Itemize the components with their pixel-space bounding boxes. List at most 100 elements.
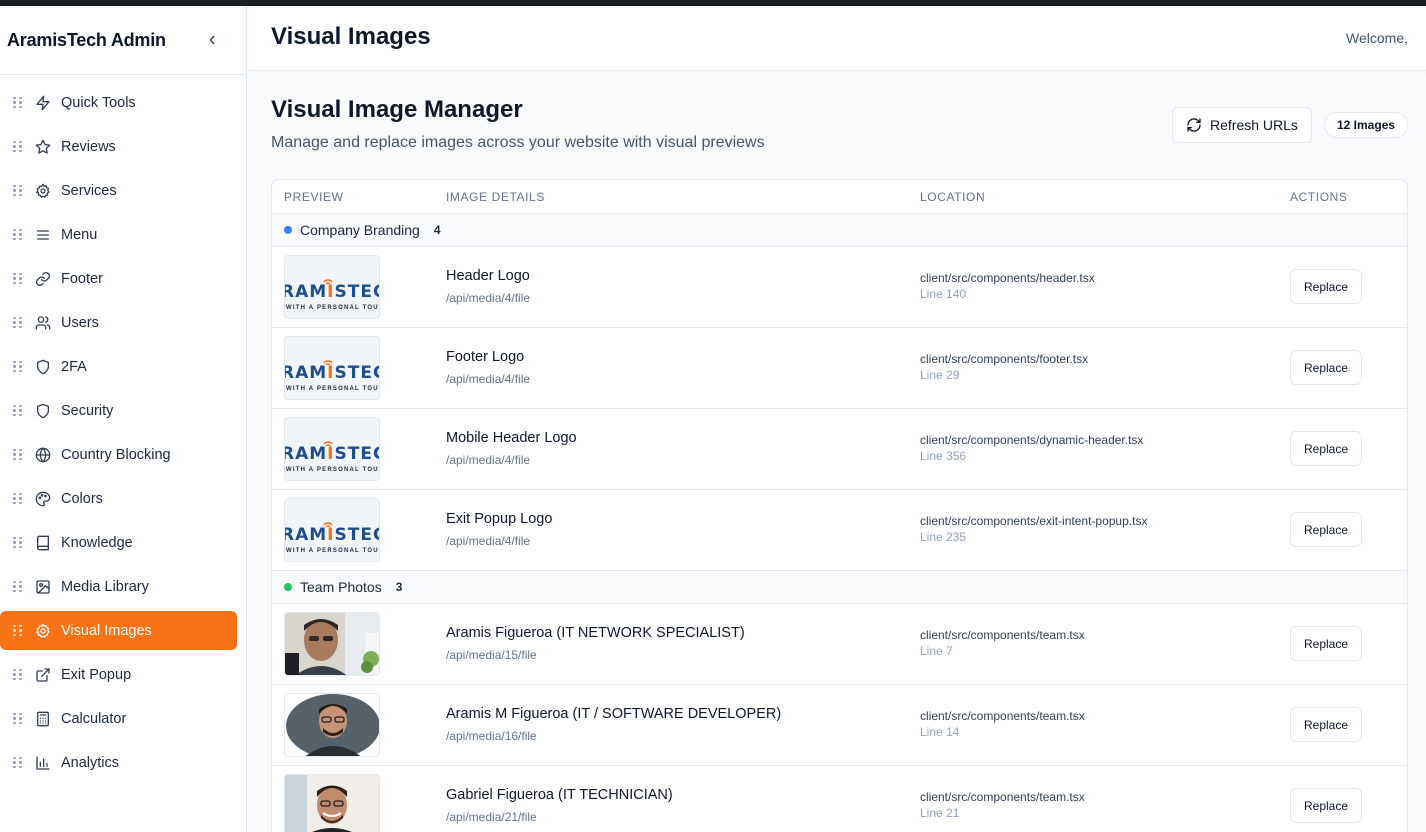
- replace-button[interactable]: Replace: [1290, 512, 1362, 547]
- table-row: RAMISTECHWITH A PERSONAL TOUCH Footer Log…: [272, 328, 1407, 409]
- drag-handle-icon[interactable]: [13, 140, 23, 154]
- star-icon: [35, 139, 51, 155]
- sidebar-item-label: Knowledge: [61, 534, 133, 551]
- sidebar-item-label: Exit Popup: [61, 666, 132, 683]
- sidebar-item-quick-tools[interactable]: Quick Tools: [0, 83, 237, 122]
- sidebar-item-reviews[interactable]: Reviews: [0, 127, 237, 166]
- line-number: Line 29: [920, 368, 960, 382]
- brand-title: AramisTech Admin: [7, 29, 166, 50]
- replace-button[interactable]: Replace: [1290, 350, 1362, 385]
- page-title: Visual Images: [271, 23, 431, 50]
- drag-handle-icon[interactable]: [13, 404, 23, 418]
- sidebar-item-2fa[interactable]: 2FA: [0, 347, 237, 386]
- sidebar-item-label: Menu: [61, 226, 98, 243]
- drag-handle-icon[interactable]: [13, 316, 23, 330]
- image-url: /api/media/16/file: [446, 729, 537, 743]
- team-photo: [285, 613, 379, 675]
- section-subtitle: Manage and replace images across your we…: [271, 134, 765, 151]
- image-url: /api/media/4/file: [446, 453, 531, 467]
- section-title: Visual Image Manager: [271, 96, 523, 123]
- sidebar-item-menu[interactable]: Menu: [0, 215, 237, 254]
- table-row: Aramis Figueroa (IT NETWORK SPECIALIST) /…: [272, 604, 1407, 685]
- image-preview[interactable]: RAMISTECHWITH A PERSONAL TOUCH: [284, 255, 380, 319]
- sidebar-item-label: Reviews: [61, 138, 116, 155]
- book-icon: [35, 535, 51, 551]
- image-preview[interactable]: RAMISTECHWITH A PERSONAL TOUCH: [284, 336, 380, 400]
- sidebar-item-label: Colors: [61, 490, 103, 507]
- sidebar-item-label: Services: [61, 182, 117, 199]
- column-header-location: LOCATION: [920, 190, 986, 204]
- globe-icon: [35, 447, 51, 463]
- chevron-left-icon[interactable]: [198, 26, 226, 54]
- sidebar-item-security[interactable]: Security: [0, 391, 237, 430]
- image-preview[interactable]: [284, 612, 380, 676]
- table-row: Aramis M Figueroa (IT / SOFTWARE DEVELOP…: [272, 685, 1407, 766]
- sidebar-item-calculator[interactable]: Calculator: [0, 699, 237, 738]
- table-row: RAMISTECHWITH A PERSONAL TOUCH Mobile Hea…: [272, 409, 1407, 490]
- drag-handle-icon[interactable]: [13, 536, 23, 550]
- gear-icon: [35, 183, 51, 199]
- group-status-dot: [284, 583, 292, 591]
- line-number: Line 7: [920, 644, 953, 658]
- users-icon: [35, 315, 51, 331]
- sidebar-item-media-library[interactable]: Media Library: [0, 567, 237, 606]
- file-path: client/src/components/header.tsx: [920, 271, 1095, 285]
- drag-handle-icon[interactable]: [13, 184, 23, 198]
- refresh-urls-button[interactable]: Refresh URLs: [1172, 107, 1312, 143]
- drag-handle-icon[interactable]: [13, 228, 23, 242]
- file-path: client/src/components/exit-intent-popup.…: [920, 514, 1148, 528]
- drag-handle-icon[interactable]: [13, 448, 23, 462]
- drag-handle-icon[interactable]: [13, 712, 23, 726]
- drag-handle-icon[interactable]: [13, 272, 23, 286]
- drag-handle-icon[interactable]: [13, 360, 23, 374]
- sidebar-item-label: Analytics: [61, 754, 120, 771]
- file-path: client/src/components/team.tsx: [920, 790, 1085, 804]
- file-path: client/src/components/footer.tsx: [920, 352, 1089, 366]
- sidebar-item-analytics[interactable]: Analytics: [0, 743, 237, 782]
- sidebar-item-users[interactable]: Users: [0, 303, 237, 342]
- replace-button[interactable]: Replace: [1290, 788, 1362, 823]
- replace-button[interactable]: Replace: [1290, 431, 1362, 466]
- drag-handle-icon[interactable]: [13, 624, 23, 638]
- group-header-company-branding: Company Branding 4: [272, 214, 1407, 247]
- image-preview[interactable]: [284, 774, 380, 832]
- menu-icon: [35, 227, 51, 243]
- company-logo-image: RAMISTECHWITH A PERSONAL TOUCH: [284, 441, 380, 473]
- image-preview[interactable]: RAMISTECHWITH A PERSONAL TOUCH: [284, 498, 380, 562]
- sidebar-item-label: 2FA: [61, 358, 87, 375]
- replace-button[interactable]: Replace: [1290, 707, 1362, 742]
- sidebar-item-visual-images[interactable]: Visual Images: [0, 611, 237, 650]
- drag-handle-icon[interactable]: [13, 580, 23, 594]
- team-photo: [285, 694, 379, 756]
- top-header: Visual Images Welcome,: [248, 6, 1426, 71]
- palette-icon: [35, 491, 51, 507]
- image-name: Gabriel Figueroa (IT TECHNICIAN): [446, 787, 673, 803]
- image-url: /api/media/21/file: [446, 810, 537, 824]
- sidebar-item-colors[interactable]: Colors: [0, 479, 237, 518]
- replace-button[interactable]: Replace: [1290, 269, 1362, 304]
- group-header-team-photos: Team Photos 3: [272, 571, 1407, 604]
- image-name: Footer Logo: [446, 349, 525, 365]
- column-header-details: IMAGE DETAILS: [446, 190, 545, 204]
- image-name: Aramis M Figueroa (IT / SOFTWARE DEVELOP…: [446, 706, 782, 722]
- replace-button[interactable]: Replace: [1290, 626, 1362, 661]
- drag-handle-icon[interactable]: [13, 668, 23, 682]
- drag-handle-icon[interactable]: [13, 492, 23, 506]
- sidebar-item-country-blocking[interactable]: Country Blocking: [0, 435, 237, 474]
- sidebar-item-knowledge[interactable]: Knowledge: [0, 523, 237, 562]
- image-preview[interactable]: [284, 693, 380, 757]
- gear-icon: [35, 623, 51, 639]
- sidebar-item-exit-popup[interactable]: Exit Popup: [0, 655, 237, 694]
- sidebar-item-services[interactable]: Services: [0, 171, 237, 210]
- sidebar-item-label: Calculator: [61, 710, 127, 727]
- images-table: PREVIEW IMAGE DETAILS LOCATION ACTIONS C…: [271, 179, 1408, 832]
- table-row: RAMISTECHWITH A PERSONAL TOUCH Exit Popup…: [272, 490, 1407, 571]
- welcome-text: Welcome,: [1346, 30, 1408, 46]
- sidebar-item-footer[interactable]: Footer: [0, 259, 237, 298]
- bar-chart-icon: [35, 755, 51, 771]
- image-preview[interactable]: RAMISTECHWITH A PERSONAL TOUCH: [284, 417, 380, 481]
- drag-handle-icon[interactable]: [13, 756, 23, 770]
- drag-handle-icon[interactable]: [13, 96, 23, 110]
- image-name: Header Logo: [446, 268, 530, 284]
- company-logo-image: RAMISTECHWITH A PERSONAL TOUCH: [284, 522, 380, 554]
